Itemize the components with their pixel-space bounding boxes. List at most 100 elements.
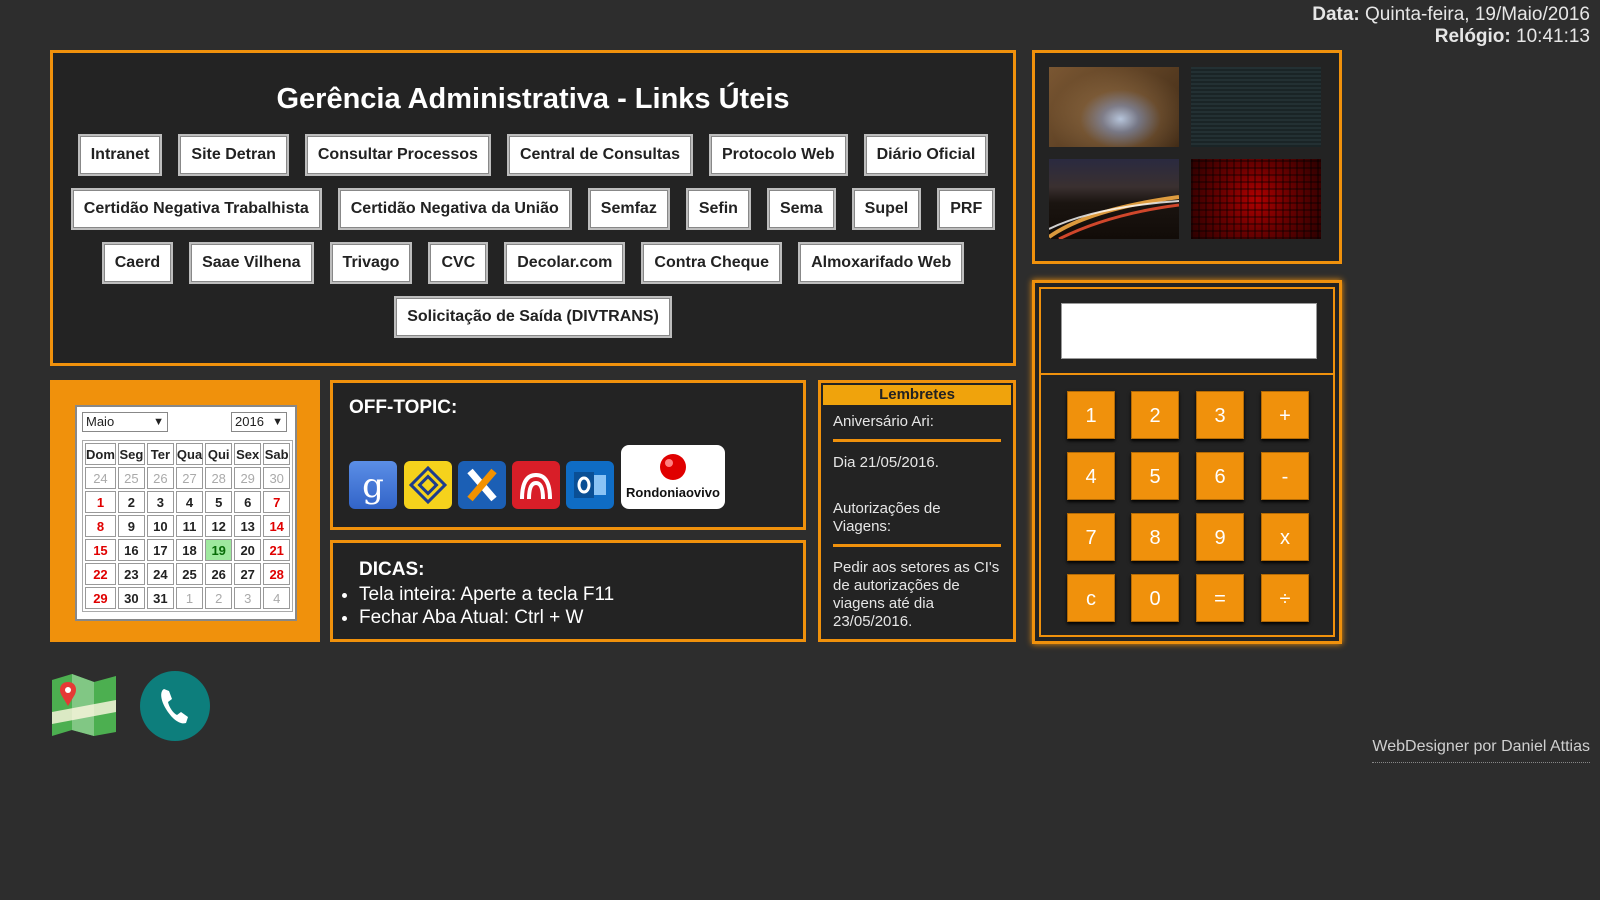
calendar-day[interactable]: 2	[117, 491, 145, 513]
calendar-day[interactable]: 24	[146, 563, 174, 585]
calendar-day[interactable]: 28	[205, 467, 233, 489]
link-button-prf[interactable]: PRF	[937, 188, 996, 230]
bradesco-icon[interactable]	[512, 461, 560, 509]
link-button-supel[interactable]: Supel	[851, 188, 922, 230]
calendar-day[interactable]: 2	[205, 587, 233, 609]
calendar-day[interactable]: 8	[85, 515, 116, 537]
calendar-day[interactable]: 30	[263, 467, 291, 489]
calc-key-9[interactable]: 9	[1196, 513, 1244, 561]
link-button-diario-oficial[interactable]: Diário Oficial	[863, 134, 989, 176]
calc-key-7[interactable]: 7	[1067, 513, 1115, 561]
calendar-day[interactable]: 12	[205, 515, 233, 537]
calc-key-plus[interactable]: +	[1261, 391, 1309, 439]
link-button-cvc[interactable]: CVC	[428, 242, 489, 284]
calendar-day[interactable]: 26	[205, 563, 233, 585]
link-button-central-de-consultas[interactable]: Central de Consultas	[506, 134, 693, 176]
calendar-day[interactable]: 1	[85, 491, 116, 513]
calendar-day[interactable]: 10	[146, 515, 174, 537]
banco-do-brasil-icon[interactable]	[404, 461, 452, 509]
calendar-day[interactable]: 29	[85, 587, 116, 609]
rondoniaovivo-label: Rondoniaovivo	[626, 485, 720, 500]
calendar-day[interactable]: 3	[146, 491, 174, 513]
calendar-day[interactable]: 25	[117, 467, 145, 489]
calc-key-6[interactable]: 6	[1196, 452, 1244, 500]
calendar-day[interactable]: 7	[263, 491, 291, 513]
calendar-day[interactable]: 28	[263, 563, 291, 585]
calendar-day-today[interactable]: 19	[205, 539, 233, 561]
gallery-image-4[interactable]	[1191, 159, 1321, 239]
link-button-contra-cheque[interactable]: Contra Cheque	[641, 242, 783, 284]
calendar-day[interactable]: 13	[234, 515, 262, 537]
calendar-day[interactable]: 25	[175, 563, 204, 585]
calendar-day[interactable]: 5	[205, 491, 233, 513]
link-button-sefin[interactable]: Sefin	[685, 188, 751, 230]
calendar-day[interactable]: 4	[263, 587, 291, 609]
calc-key-multiply[interactable]: x	[1261, 513, 1309, 561]
calc-key-2[interactable]: 2	[1131, 391, 1179, 439]
calendar-day[interactable]: 22	[85, 563, 116, 585]
link-button-certidao-trabalhista[interactable]: Certidão Negativa Trabalhista	[70, 188, 322, 230]
maps-glyph	[52, 674, 116, 736]
gallery-image-3[interactable]	[1049, 159, 1179, 239]
calc-key-8[interactable]: 8	[1131, 513, 1179, 561]
link-button-decolar[interactable]: Decolar.com	[504, 242, 626, 284]
calc-key-minus[interactable]: -	[1261, 452, 1309, 500]
outlook-icon[interactable]	[566, 461, 614, 509]
link-button-semfaz[interactable]: Semfaz	[587, 188, 670, 230]
maps-icon[interactable]	[50, 672, 118, 738]
link-button-intranet[interactable]: Intranet	[77, 134, 163, 176]
designer-credit[interactable]: WebDesigner por Daniel Attias	[1372, 738, 1590, 763]
weekday-header: Ter	[146, 443, 174, 465]
year-select[interactable]: 2016 ▼	[231, 412, 287, 432]
gallery-image-1[interactable]	[1049, 67, 1179, 147]
calendar-day[interactable]: 11	[175, 515, 204, 537]
calendar-day[interactable]: 24	[85, 467, 116, 489]
link-button-certidao-uniao[interactable]: Certidão Negativa da União	[337, 188, 572, 230]
calendar-day[interactable]: 15	[85, 539, 116, 561]
link-button-site-detran[interactable]: Site Detran	[178, 134, 289, 176]
calendar-day[interactable]: 21	[263, 539, 291, 561]
google-icon[interactable]: g	[349, 461, 397, 509]
calendar-day[interactable]: 27	[234, 563, 262, 585]
calc-key-1[interactable]: 1	[1067, 391, 1115, 439]
caixa-icon[interactable]	[458, 461, 506, 509]
calendar-day[interactable]: 14	[263, 515, 291, 537]
calendar-day[interactable]: 31	[146, 587, 174, 609]
calendar-day[interactable]: 1	[175, 587, 204, 609]
calendar-day[interactable]: 17	[146, 539, 174, 561]
calendar-day[interactable]: 29	[234, 467, 262, 489]
link-button-protocolo-web[interactable]: Protocolo Web	[708, 134, 848, 176]
link-button-caerd[interactable]: Caerd	[101, 242, 174, 284]
calendar-day[interactable]: 20	[234, 539, 262, 561]
link-button-trivago[interactable]: Trivago	[329, 242, 413, 284]
reminders-body[interactable]: Aniversário Ari: Dia 21/05/2016. Autoriz…	[833, 413, 1001, 633]
gallery-image-2[interactable]	[1191, 67, 1321, 147]
calc-key-5[interactable]: 5	[1131, 452, 1179, 500]
calendar-day[interactable]: 30	[117, 587, 145, 609]
calendar-day[interactable]: 27	[175, 467, 204, 489]
calc-key-equals[interactable]: =	[1196, 574, 1244, 622]
calculator-display[interactable]	[1061, 303, 1317, 359]
rondoniaovivo-logo[interactable]: Rondoniaovivo	[621, 445, 725, 509]
link-button-solicitacao-saida[interactable]: Solicitação de Saída (DIVTRANS)	[394, 296, 672, 338]
calendar-day[interactable]: 4	[175, 491, 204, 513]
link-button-sema[interactable]: Sema	[766, 188, 836, 230]
calendar-day[interactable]: 18	[175, 539, 204, 561]
link-button-saae-vilhena[interactable]: Saae Vilhena	[189, 242, 314, 284]
calendar-day[interactable]: 3	[234, 587, 262, 609]
calc-key-divide[interactable]: ÷	[1261, 574, 1309, 622]
phone-icon[interactable]	[140, 671, 210, 741]
calendar-day[interactable]: 23	[117, 563, 145, 585]
calendar-grid: Dom Seg Ter Qua Qui Sex Sab 24 25 26 27 …	[82, 440, 294, 612]
calc-key-0[interactable]: 0	[1131, 574, 1179, 622]
calc-key-4[interactable]: 4	[1067, 452, 1115, 500]
calendar-day[interactable]: 26	[146, 467, 174, 489]
month-select[interactable]: Maio ▼	[82, 412, 168, 432]
calendar-day[interactable]: 16	[117, 539, 145, 561]
calc-key-clear[interactable]: c	[1067, 574, 1115, 622]
calendar-day[interactable]: 6	[234, 491, 262, 513]
link-button-consultar-processos[interactable]: Consultar Processos	[304, 134, 491, 176]
calc-key-3[interactable]: 3	[1196, 391, 1244, 439]
calendar-day[interactable]: 9	[117, 515, 145, 537]
link-button-almoxarifado-web[interactable]: Almoxarifado Web	[798, 242, 965, 284]
